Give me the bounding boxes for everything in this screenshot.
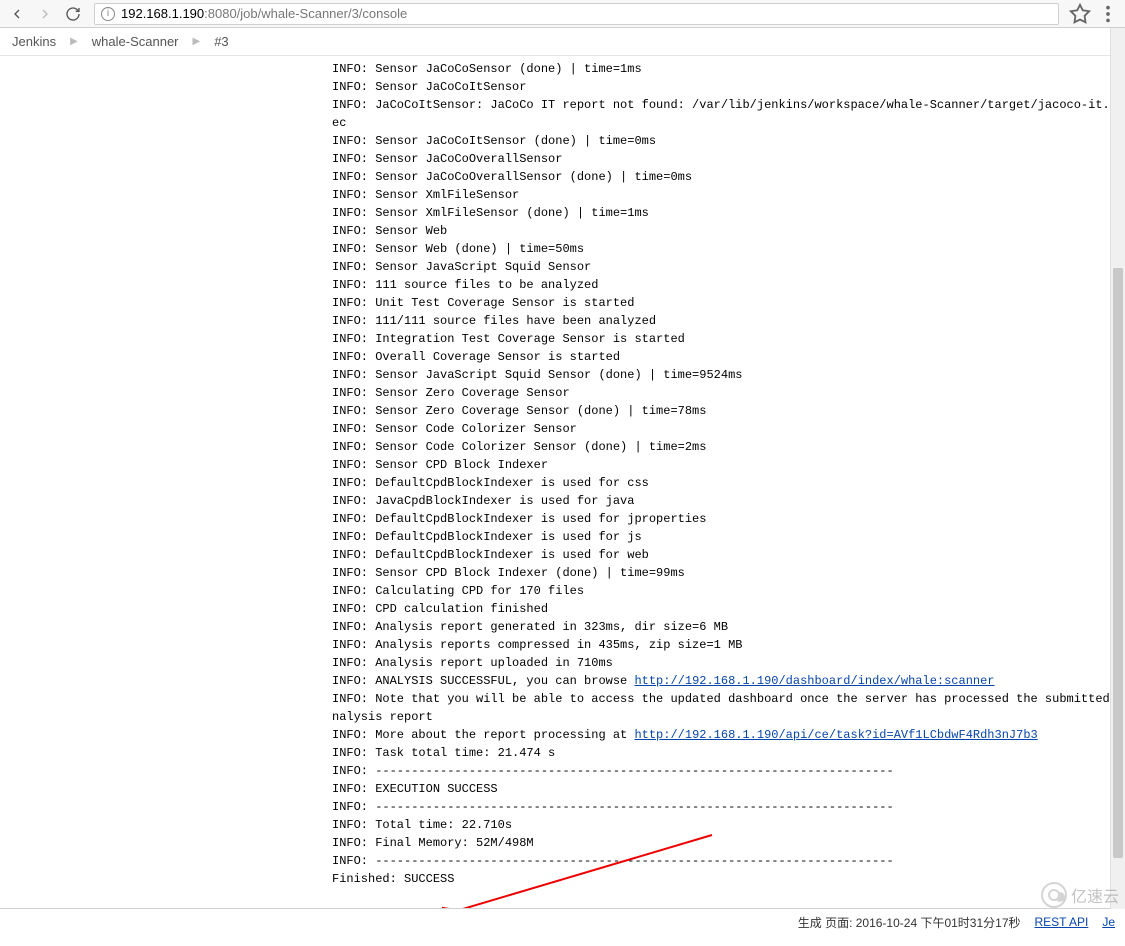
watermark: 亿速云 bbox=[1041, 882, 1119, 908]
console-output: INFO: Sensor JaCoCoSensor (done) | time=… bbox=[0, 56, 1125, 909]
address-bar[interactable]: i 192.168.1.190:8080/job/whale-Scanner/3… bbox=[94, 3, 1059, 25]
scrollbar-thumb[interactable] bbox=[1113, 268, 1123, 858]
browser-menu-icon[interactable] bbox=[1097, 3, 1119, 25]
url-host: 192.168.1.190 bbox=[121, 6, 204, 21]
sonar-task-link[interactable]: http://192.168.1.190/api/ce/task?id=AVf1… bbox=[634, 728, 1037, 742]
rest-api-link[interactable]: REST API bbox=[1035, 915, 1089, 929]
bookmark-star-icon[interactable] bbox=[1069, 3, 1091, 25]
site-info-icon[interactable]: i bbox=[101, 7, 115, 21]
page-generated-label: 生成 页面: 2016-10-24 下午01时31分17秒 bbox=[798, 914, 1021, 931]
browser-toolbar: i 192.168.1.190:8080/job/whale-Scanner/3… bbox=[0, 0, 1125, 28]
footer: 生成 页面: 2016-10-24 下午01时31分17秒 REST API J… bbox=[0, 909, 1125, 935]
watermark-text: 亿速云 bbox=[1071, 883, 1119, 907]
chevron-right-icon: ▶ bbox=[193, 36, 201, 47]
back-button[interactable] bbox=[6, 3, 28, 25]
reload-button[interactable] bbox=[62, 3, 84, 25]
url-path: :8080/job/whale-Scanner/3/console bbox=[204, 6, 407, 21]
breadcrumb-job[interactable]: whale-Scanner bbox=[92, 34, 179, 49]
breadcrumb: Jenkins ▶ whale-Scanner ▶ #3 bbox=[0, 28, 1125, 56]
chevron-right-icon: ▶ bbox=[70, 36, 78, 47]
content-area: INFO: Sensor JaCoCoSensor (done) | time=… bbox=[0, 56, 1125, 909]
breadcrumb-jenkins[interactable]: Jenkins bbox=[12, 34, 56, 49]
forward-button[interactable] bbox=[34, 3, 56, 25]
jenkins-link[interactable]: Je bbox=[1102, 915, 1115, 929]
sonar-dashboard-link[interactable]: http://192.168.1.190/dashboard/index/wha… bbox=[634, 674, 994, 688]
breadcrumb-build[interactable]: #3 bbox=[214, 34, 228, 49]
watermark-icon bbox=[1041, 882, 1067, 908]
scrollbar[interactable] bbox=[1110, 28, 1125, 909]
